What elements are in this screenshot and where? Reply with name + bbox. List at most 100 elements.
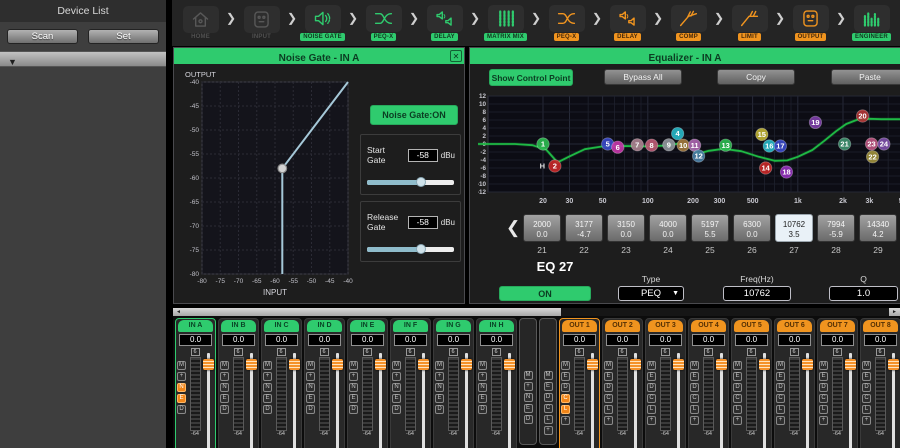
strip-button-l[interactable]: L [544,415,553,424]
strip-button-n[interactable]: N [392,383,401,392]
bypass-all-button[interactable]: Bypass All [604,69,682,85]
channel-gain-value[interactable]: 0.0 [222,334,255,346]
strip-button-n[interactable]: N [220,383,229,392]
eq-point-15[interactable]: 15 [756,128,768,140]
strip-button-c[interactable]: C [776,394,785,403]
strip-button-d[interactable]: D [647,383,656,392]
strip-button-+[interactable]: + [349,372,358,381]
strip-button-c[interactable]: C [690,394,699,403]
strip-button-e[interactable]: E [862,372,871,381]
fader-handle[interactable] [716,359,727,370]
strip-button-m[interactable]: M [524,371,533,380]
strip-button-l[interactable]: L [561,405,570,414]
eq-point-23[interactable]: 23 [865,138,877,150]
strip-button-m[interactable]: M [220,361,229,370]
strip-button-e[interactable]: E [220,394,229,403]
nav-item-comp[interactable]: COMP [665,5,712,41]
eq-point-17[interactable]: 17 [774,140,786,152]
strip-button-l[interactable]: L [776,405,785,414]
strip-button-c[interactable]: C [544,404,553,413]
strip-button-l[interactable]: L [604,405,613,414]
nav-item-engineer[interactable]: ENGINEER [848,5,895,41]
channel-gain-value[interactable]: 0.0 [308,334,341,346]
fader-handle[interactable] [418,359,429,370]
eq-point-24[interactable]: 24 [878,138,890,150]
strip-button-m[interactable]: M [177,361,186,370]
strip-button-d[interactable]: D [524,415,533,424]
strip-button-+[interactable]: + [478,372,487,381]
strip-button-n[interactable]: N [349,383,358,392]
strip-button-d[interactable]: D [733,383,742,392]
strip-button-n[interactable]: N [478,383,487,392]
strip-button-+[interactable]: + [306,372,315,381]
scrollbar-thumb[interactable] [184,308,561,316]
show-control-point-button[interactable]: Show Control Point [489,69,573,86]
eq-point-7[interactable]: 7 [631,139,643,151]
channel-gain-value[interactable]: 0.0 [606,334,639,346]
eq-band-button-29[interactable]: 143404.2 [859,214,897,242]
strip-button-e[interactable]: E [647,372,656,381]
strip-button-d[interactable]: D [544,393,553,402]
strip-button-d[interactable]: D [306,405,315,414]
strip-button-l[interactable]: L [647,405,656,414]
channel-gain-value[interactable]: 0.0 [563,334,596,346]
strip-button-m[interactable]: M [544,371,553,380]
bands-prev-arrow-icon[interactable]: ❮ [506,218,520,238]
strip-button-+[interactable]: + [647,416,656,425]
strip-button-+[interactable]: + [561,416,570,425]
eq-point-12[interactable]: 12 [692,150,704,162]
strip-button-e[interactable]: E [561,372,570,381]
strip-button-e[interactable]: E [819,372,828,381]
strip-button-d[interactable]: D [435,405,444,414]
fader-handle[interactable] [587,359,598,370]
strip-button-m[interactable]: M [690,361,699,370]
channel-gain-value[interactable]: 0.0 [821,334,854,346]
strip-button-l[interactable]: L [690,405,699,414]
eq-point-13[interactable]: 13 [719,139,731,151]
start-gate-slider[interactable] [367,180,454,185]
strip-button-e[interactable]: E [177,394,186,403]
eq-point-18[interactable]: 18 [780,166,792,178]
strip-button-c[interactable]: C [647,394,656,403]
strip-button-e[interactable]: E [349,394,358,403]
nav-item-matrix-mix[interactable]: MATRIX MIX [482,5,529,41]
close-icon[interactable]: ✕ [450,50,462,62]
nav-item-limit[interactable]: LIMIT [726,5,773,41]
strip-button-+[interactable]: + [435,372,444,381]
strip-button-e[interactable]: E [776,372,785,381]
eq-point-22[interactable]: 22 [866,151,878,163]
strip-button-l[interactable]: L [733,405,742,414]
nav-item-peq-x-output[interactable]: PEQ-X [543,5,590,41]
strip-button-c[interactable]: C [819,394,828,403]
nav-item-noise-gate[interactable]: NOISE GATE [299,5,346,41]
eq-point-10[interactable]: 10 [677,139,689,151]
strip-button-e[interactable]: E [435,394,444,403]
strip-button-m[interactable]: M [435,361,444,370]
strip-button-e[interactable]: E [263,394,272,403]
eq-point-1[interactable]: 1 [537,138,549,150]
channel-gain-value[interactable]: 0.0 [179,334,212,346]
eq-q-field[interactable]: 1.0 [829,286,898,301]
strip-button-m[interactable]: M [647,361,656,370]
nav-item-delay-output[interactable]: DELAY [604,5,651,41]
strip-button-d[interactable]: D [862,383,871,392]
strip-button-d[interactable]: D [263,405,272,414]
eq-freq-field[interactable]: 10762 [723,286,791,301]
strip-button-d[interactable]: D [349,405,358,414]
eq-point-16[interactable]: 16 [763,140,775,152]
strip-button-l[interactable]: L [819,405,828,414]
strip-button-d[interactable]: D [604,383,613,392]
channel-gain-value[interactable]: 0.0 [692,334,725,346]
strip-button-m[interactable]: M [733,361,742,370]
strip-button-n[interactable]: N [177,383,186,392]
strip-button-m[interactable]: M [776,361,785,370]
strip-button-e[interactable]: E [478,394,487,403]
channel-gain-value[interactable]: 0.0 [437,334,470,346]
channel-gain-value[interactable]: 0.0 [351,334,384,346]
fader-handle[interactable] [461,359,472,370]
eq-band-button-22[interactable]: 3177-4.7 [565,214,603,242]
channel-gain-value[interactable]: 0.0 [265,334,298,346]
fader-handle[interactable] [289,359,300,370]
eq-point-20[interactable]: 20 [856,110,868,122]
strip-button-d[interactable]: D [177,405,186,414]
